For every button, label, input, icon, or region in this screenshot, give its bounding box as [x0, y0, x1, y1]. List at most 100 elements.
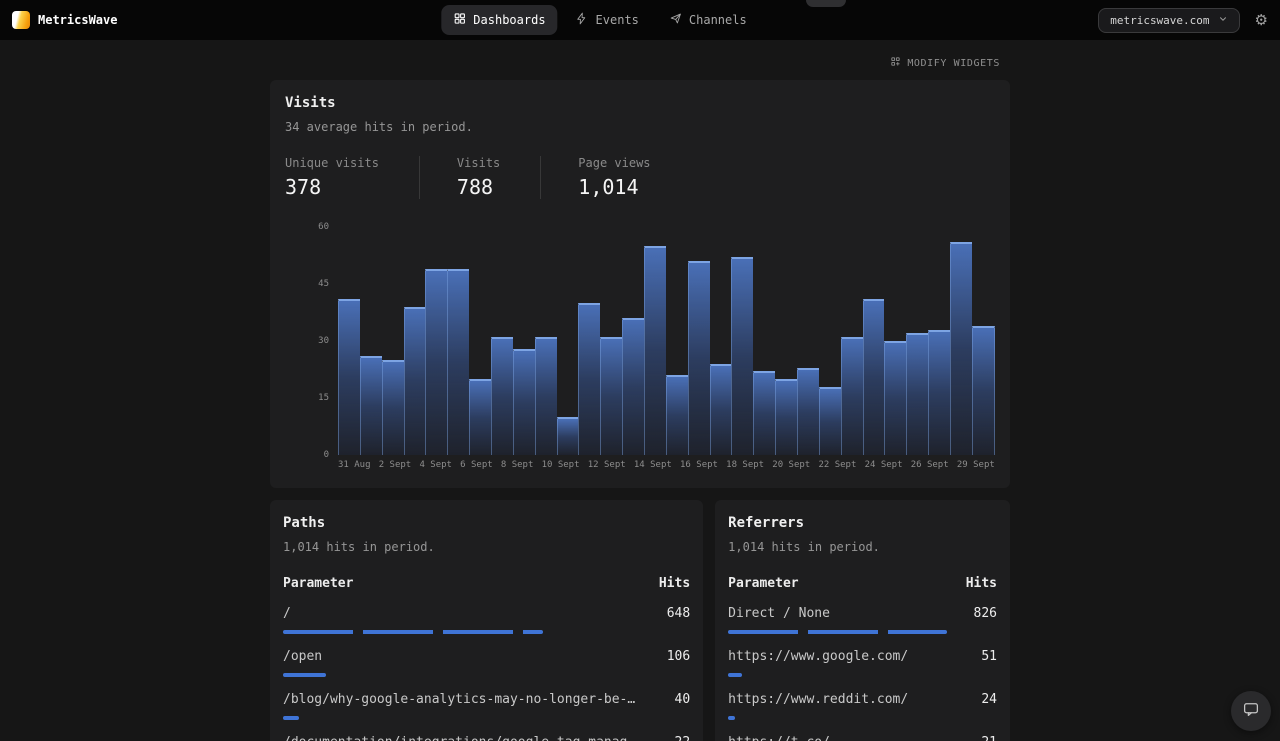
- row-progress-bar: [728, 630, 948, 634]
- x-axis: 31 Aug 2 Sept 4 Sept 6 Sept 8 Sept 10 Sept 12 …: [338, 460, 995, 470]
- table-row: https://www.reddit.com/ 24: [728, 692, 997, 720]
- stat-value: 788: [456, 175, 494, 199]
- chat-button[interactable]: [1231, 691, 1271, 731]
- y-axis-label: 45: [318, 279, 329, 289]
- chat-bubble-icon: [1242, 700, 1260, 722]
- x-axis-label: 29 Sept: [956, 460, 995, 470]
- column-parameter: Parameter: [283, 576, 354, 591]
- paths-widget-card: Paths 1,014 hits in period. Parameter Hi…: [270, 500, 704, 741]
- chart-bar: [556, 417, 579, 455]
- y-axis-label: 15: [318, 393, 329, 403]
- column-parameter: Parameter: [728, 576, 799, 591]
- dashboard-toolbar: MODIFY WIDGETS: [270, 56, 1010, 70]
- chart-bar: [359, 356, 382, 455]
- chart-bar: [775, 379, 798, 455]
- table-row: https://t.co/ 21: [728, 735, 997, 741]
- chart-bar: [709, 363, 732, 455]
- row-parameter: /blog/why-google-analytics-may-no-longer…: [283, 692, 642, 707]
- bottom-widgets-row: Paths 1,014 hits in period. Parameter Hi…: [270, 500, 1010, 741]
- chart-bar: [818, 386, 841, 455]
- widget-subtitle: 1,014 hits in period.: [283, 540, 435, 554]
- nav-item-label: Events: [595, 13, 639, 27]
- nav-item-events[interactable]: Events: [564, 5, 651, 35]
- site-selector-label: metricswave.com: [1110, 13, 1210, 27]
- chart-bar: [862, 299, 885, 455]
- brand-logo-icon: [12, 11, 30, 29]
- row-progress-bar: [283, 630, 544, 634]
- x-axis-label: 2 Sept: [378, 460, 412, 470]
- widget-title: Referrers: [728, 515, 805, 531]
- x-axis-label: 18 Sept: [726, 460, 765, 470]
- chart-bar: [622, 318, 645, 455]
- row-parameter: /documentation/integrations/google-tag-m…: [283, 735, 641, 741]
- row-parameter: https://www.reddit.com/: [728, 692, 909, 707]
- x-axis-label: 8 Sept: [500, 460, 534, 470]
- column-hits: Hits: [965, 576, 997, 591]
- row-hits: 826: [973, 606, 997, 621]
- widget-title: Visits: [285, 95, 336, 111]
- chart-bar: [950, 242, 972, 455]
- chart-bar: [425, 268, 448, 455]
- y-axis-label: 60: [318, 222, 329, 232]
- chart-bar: [906, 333, 929, 455]
- modify-widgets-button[interactable]: MODIFY WIDGETS: [890, 56, 1000, 70]
- visits-widget-card: Visits 34 average hits in period. Unique…: [270, 80, 1010, 488]
- nav-menu: Dashboards Events Channels: [441, 0, 758, 40]
- row-hits: 21: [981, 735, 997, 741]
- site-selector[interactable]: metricswave.com: [1098, 7, 1240, 33]
- visits-chart: 60 45 30 15 0: [285, 222, 995, 460]
- chart-bar: [797, 367, 819, 455]
- chart-bar: [753, 371, 776, 455]
- x-axis-label: 22 Sept: [818, 460, 857, 470]
- row-parameter: /open: [283, 649, 323, 664]
- stat-visits: Visits 788: [418, 156, 540, 199]
- x-axis-label: 12 Sept: [587, 460, 626, 470]
- row-progress-bar: [728, 673, 742, 677]
- row-hits: 648: [666, 606, 691, 621]
- chart-bar: [928, 329, 951, 455]
- chart-bar: [665, 375, 688, 455]
- stat-label: Unique visits: [285, 156, 379, 170]
- chart-bar: [884, 341, 907, 455]
- y-axis: 60 45 30 15 0: [285, 222, 338, 460]
- nav-item-channels[interactable]: Channels: [657, 5, 759, 35]
- x-axis-label: 24 Sept: [864, 460, 903, 470]
- chart-bar: [687, 261, 710, 455]
- row-hits: 40: [674, 692, 691, 707]
- brand[interactable]: MetricsWave: [12, 11, 117, 29]
- x-axis-label: 16 Sept: [680, 460, 718, 470]
- stat-label: Visits: [456, 156, 501, 170]
- chart-bar: [971, 325, 995, 455]
- top-notch: [806, 0, 846, 7]
- row-parameter: https://www.google.com/: [728, 649, 909, 664]
- table-row: /documentation/integrations/google-tag-m…: [283, 735, 690, 741]
- widget-title: Paths: [283, 515, 326, 531]
- row-hits: 24: [981, 692, 997, 707]
- nav-item-label: Channels: [688, 13, 747, 27]
- x-axis-label: 4 Sept: [419, 460, 452, 470]
- stat-unique-visits: Unique visits 378: [285, 156, 419, 199]
- chart-bar: [338, 299, 360, 455]
- table-row: /open 106: [283, 649, 690, 677]
- table-row: https://www.google.com/ 51: [728, 649, 997, 677]
- chart-plot: [338, 227, 995, 455]
- chevron-down-icon: [1218, 14, 1228, 27]
- stat-page-views: Page views 1,014: [540, 156, 690, 199]
- modify-widgets-label: MODIFY WIDGETS: [907, 57, 1000, 69]
- nav-right: metricswave.com ⚙: [1098, 7, 1268, 33]
- x-axis-label: 20 Sept: [772, 460, 811, 470]
- chart-bar: [491, 337, 513, 455]
- row-parameter: /: [283, 606, 291, 621]
- chart-bars: [338, 227, 995, 455]
- stat-value: 378: [285, 175, 322, 199]
- row-progress-bar: [283, 716, 299, 720]
- gear-icon[interactable]: ⚙: [1255, 12, 1268, 28]
- nav-item-dashboards[interactable]: Dashboards: [441, 5, 558, 35]
- chart-bar: [840, 337, 863, 455]
- bolt-icon: [576, 12, 589, 28]
- row-progress-bar: [728, 716, 735, 720]
- stat-value: 1,014: [578, 175, 639, 199]
- column-hits: Hits: [658, 576, 691, 591]
- table-row: Direct / None 826: [728, 606, 997, 634]
- brand-name: MetricsWave: [38, 13, 118, 27]
